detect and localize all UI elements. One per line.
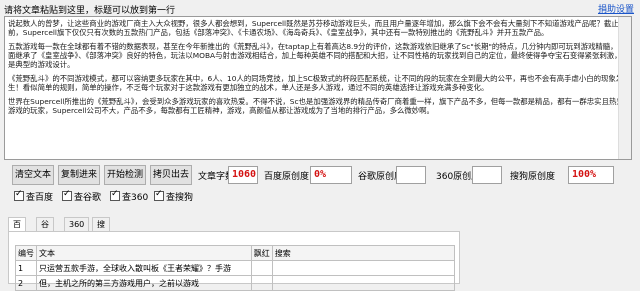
start-check-button[interactable]: 开始检测 xyxy=(104,165,146,185)
copy-in-button[interactable]: 复制进来 xyxy=(58,165,100,185)
results-panel: 编号 文本 飘红 搜索 1 只运营五款手游，全球收入散叫板《王者荣耀》？手游 2… xyxy=(8,231,460,291)
textarea-scrollbar[interactable] xyxy=(618,17,631,159)
360-originality-value xyxy=(472,166,502,184)
row-search xyxy=(271,275,456,291)
row-text: 但，主机之所的第三方游戏用户，之前以游戏 xyxy=(36,275,252,291)
row-search xyxy=(271,260,456,276)
row-highlight xyxy=(250,260,273,276)
check-google-checkbox[interactable] xyxy=(62,189,72,201)
check-360-checkbox[interactable] xyxy=(110,189,120,201)
tab-sogou[interactable]: 搜狗 xyxy=(92,217,110,243)
row-number: 2 xyxy=(15,275,37,291)
sogou-originality-label: 搜狗原创度 xyxy=(510,172,556,182)
column-header-highlight: 飘红 xyxy=(250,245,273,261)
row-number: 1 xyxy=(15,260,37,276)
word-count-value: 1060 xyxy=(228,166,258,184)
clear-text-button[interactable]: 清空文本 xyxy=(12,165,54,185)
tab-google[interactable]: 谷歌 xyxy=(36,217,54,243)
row-highlight xyxy=(250,275,273,291)
results-table: 编号 文本 飘红 搜索 1 只运营五款手游，全球收入散叫板《王者荣耀》？手游 2… xyxy=(15,245,456,291)
tab-360[interactable]: 360 xyxy=(64,217,90,231)
check-sogou-checkbox[interactable] xyxy=(154,189,164,201)
article-textarea[interactable]: 说起数人的曾梦，让这些商业的游戏厂商主入大众视野，很多人都会想到，Superce… xyxy=(4,16,632,160)
table-header-row: 编号 文本 飘红 搜索 xyxy=(15,245,456,261)
search-engine-options: 查百度 查谷歌 查360 查搜狗 xyxy=(0,189,640,204)
sogou-originality-value: 100% xyxy=(568,166,614,184)
copy-out-button[interactable]: 拷贝出去 xyxy=(150,165,192,185)
row-text: 只运营五款手游，全球收入散叫板《王者荣耀》？手游 xyxy=(36,260,252,276)
table-row[interactable]: 1 只运营五款手游，全球收入散叫板《王者荣耀》？手游 xyxy=(15,260,456,276)
column-header-text: 文本 xyxy=(36,245,252,261)
paste-hint: 请将文章粘贴到这里，标题可以放到第一行 xyxy=(4,6,176,16)
column-header-search: 搜索 xyxy=(271,245,456,261)
google-originality-value xyxy=(396,166,426,184)
article-paragraph: 五款游戏每一款在全球都有着不错的数据表现，甚至在今年新推出的《荒野乱斗》，在ta… xyxy=(8,42,625,69)
baidu-originality-label: 百度原创度 xyxy=(264,172,310,182)
table-row[interactable]: 2 但，主机之所的第三方游戏用户，之前以游戏 xyxy=(15,275,456,291)
article-paragraph: 世界在Supercell所推出的《荒野乱斗》，会受到众多游戏玩家的喜欢热爱。不得… xyxy=(8,97,624,115)
article-paragraph: 《荒野乱斗》的不同游戏模式，都可以容纳更多玩家在其中，6人、10人的同场竞技，加… xyxy=(8,74,624,92)
check-sogou-label: 查搜狗 xyxy=(166,193,194,203)
donate-link[interactable]: 捐助设置 xyxy=(598,2,634,15)
check-baidu-checkbox[interactable] xyxy=(14,189,24,201)
column-header-number: 编号 xyxy=(15,245,37,261)
baidu-originality-value: 0% xyxy=(310,166,352,184)
check-google-label: 查谷歌 xyxy=(74,193,102,203)
check-baidu-label: 查百度 xyxy=(26,193,54,203)
toolbar: 清空文本 复制进来 开始检测 拷贝出去 文章字数 1060 百度原创度 0% 谷… xyxy=(0,165,640,187)
top-bar: 请将文章粘贴到这里，标题可以放到第一行 捐助设置 xyxy=(0,0,640,16)
article-paragraph: 说起数人的曾梦，让这些商业的游戏厂商主入大众视野，很多人都会想到，Superce… xyxy=(8,19,627,37)
check-360-label: 查360 xyxy=(122,193,149,203)
tab-baidu[interactable]: 百度 xyxy=(8,217,26,243)
